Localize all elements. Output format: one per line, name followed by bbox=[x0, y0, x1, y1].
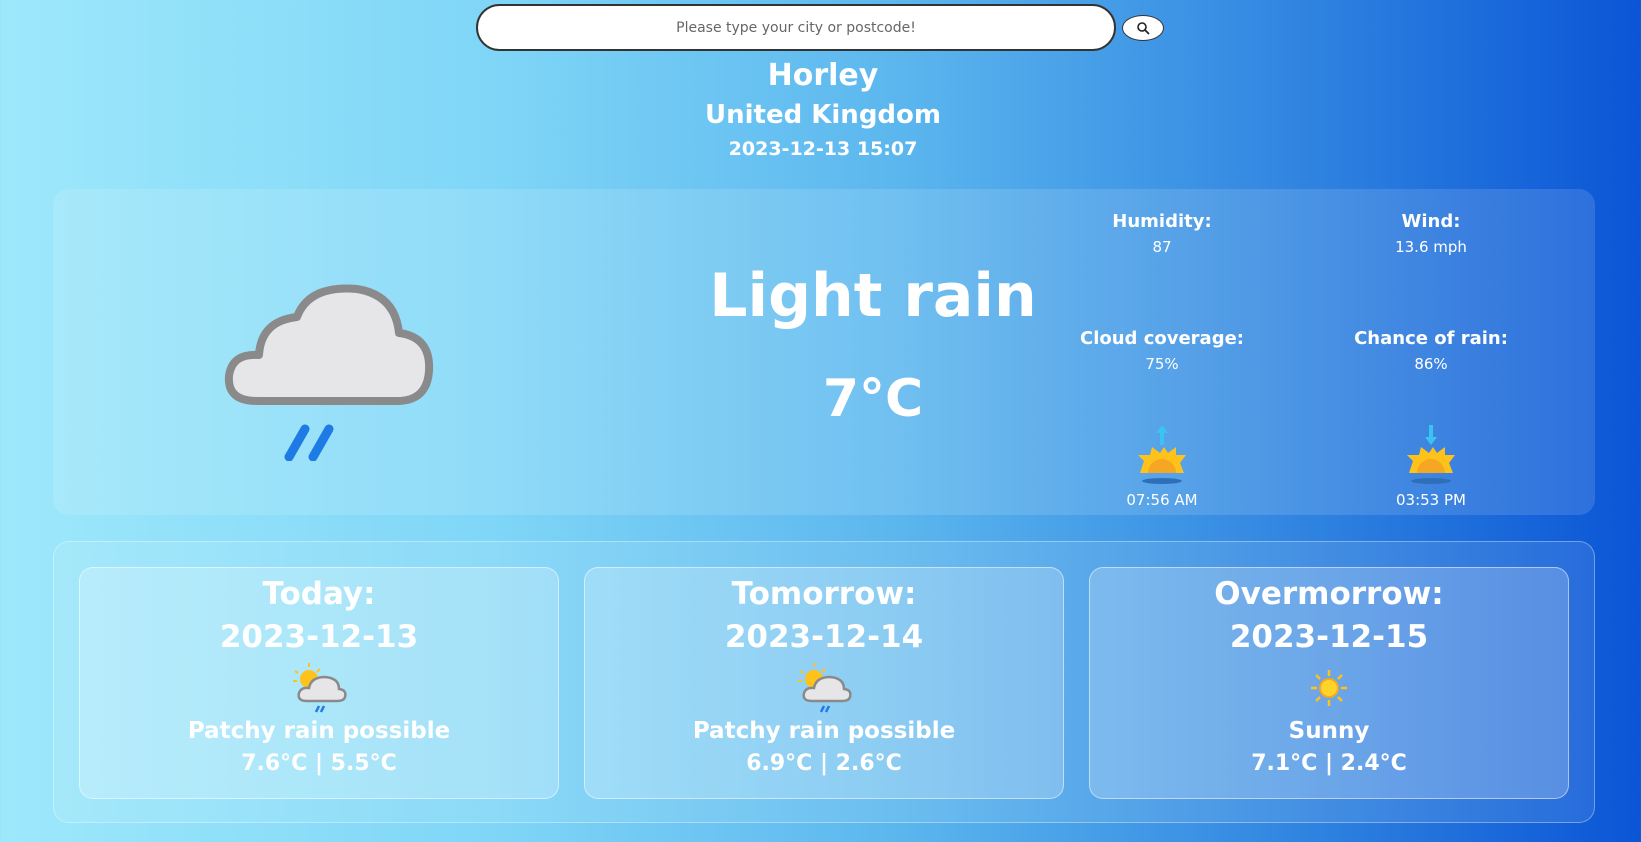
wind-label: Wind: bbox=[1401, 211, 1461, 232]
search-input[interactable] bbox=[476, 4, 1116, 51]
search-button[interactable] bbox=[1122, 14, 1164, 41]
sunset-icon bbox=[1407, 425, 1455, 484]
cloud-coverage-value: 75% bbox=[1145, 355, 1179, 373]
forecast-card-overmorrow: Overmorrow: 2023-12-15 Sunny 7.1°C | 2.4… bbox=[1089, 567, 1569, 799]
search-icon bbox=[1137, 21, 1150, 35]
current-weather-panel: Light rain 7°C Humidity: 87 Wind: 13.6 m… bbox=[53, 189, 1595, 515]
chance-of-rain-value: 86% bbox=[1414, 355, 1448, 373]
wind-stat: Wind: 13.6 mph bbox=[1311, 209, 1551, 259]
sunrise-time: 07:56 AM bbox=[1126, 491, 1198, 509]
forecast-date: 2023-12-13 bbox=[219, 619, 419, 655]
chance-of-rain-label: Chance of rain: bbox=[1354, 328, 1508, 349]
chance-of-rain-stat: Chance of rain: 86% bbox=[1311, 326, 1551, 376]
forecast-card-tomorrow: Tomorrow: 2023-12-14 Patchy rain possibl… bbox=[584, 567, 1064, 799]
sun-icon bbox=[1311, 670, 1347, 706]
forecast-date: 2023-12-14 bbox=[724, 619, 924, 655]
forecast-panel: Today: 2023-12-13 Patchy rain possible 7… bbox=[53, 541, 1595, 823]
sun-cloud-rain-icon bbox=[293, 663, 347, 713]
city-name: Horley bbox=[767, 58, 879, 93]
forecast-temps: 6.9°C | 2.6°C bbox=[746, 751, 902, 776]
forecast-temps: 7.6°C | 5.5°C bbox=[241, 751, 397, 776]
forecast-temps: 7.1°C | 2.4°C bbox=[1251, 751, 1407, 776]
search-bar bbox=[476, 4, 1164, 51]
sunrise-icon bbox=[1138, 425, 1186, 484]
sunset-time: 03:53 PM bbox=[1396, 491, 1466, 509]
forecast-condition: Sunny bbox=[1288, 718, 1370, 744]
forecast-date: 2023-12-15 bbox=[1229, 619, 1429, 655]
sunset: 03:53 PM bbox=[1351, 425, 1511, 509]
current-condition: Light rain bbox=[709, 261, 1037, 331]
cloud-coverage-stat: Cloud coverage: 75% bbox=[1042, 326, 1282, 376]
sun-cloud-rain-icon bbox=[798, 663, 852, 713]
forecast-card-today: Today: 2023-12-13 Patchy rain possible 7… bbox=[79, 567, 559, 799]
humidity-stat: Humidity: 87 bbox=[1042, 209, 1282, 259]
forecast-condition: Patchy rain possible bbox=[692, 718, 956, 744]
cloud-coverage-label: Cloud coverage: bbox=[1079, 328, 1244, 349]
country-name: United Kingdom bbox=[704, 100, 941, 130]
current-temperature: 7°C bbox=[822, 369, 924, 429]
local-datetime: 2023-12-13 15:07 bbox=[728, 138, 918, 160]
humidity-value: 87 bbox=[1152, 238, 1172, 256]
forecast-day-title: Today: bbox=[262, 576, 376, 612]
forecast-day-title: Overmorrow: bbox=[1214, 576, 1444, 612]
humidity-label: Humidity: bbox=[1112, 211, 1212, 232]
wind-value: 13.6 mph bbox=[1395, 238, 1467, 256]
sunrise: 07:56 AM bbox=[1082, 425, 1242, 509]
forecast-condition: Patchy rain possible bbox=[187, 718, 451, 744]
forecast-day-title: Tomorrow: bbox=[731, 576, 917, 612]
location-header: Horley United Kingdom 2023-12-13 15:07 bbox=[0, 58, 1641, 162]
rain-cloud-icon bbox=[224, 284, 434, 461]
